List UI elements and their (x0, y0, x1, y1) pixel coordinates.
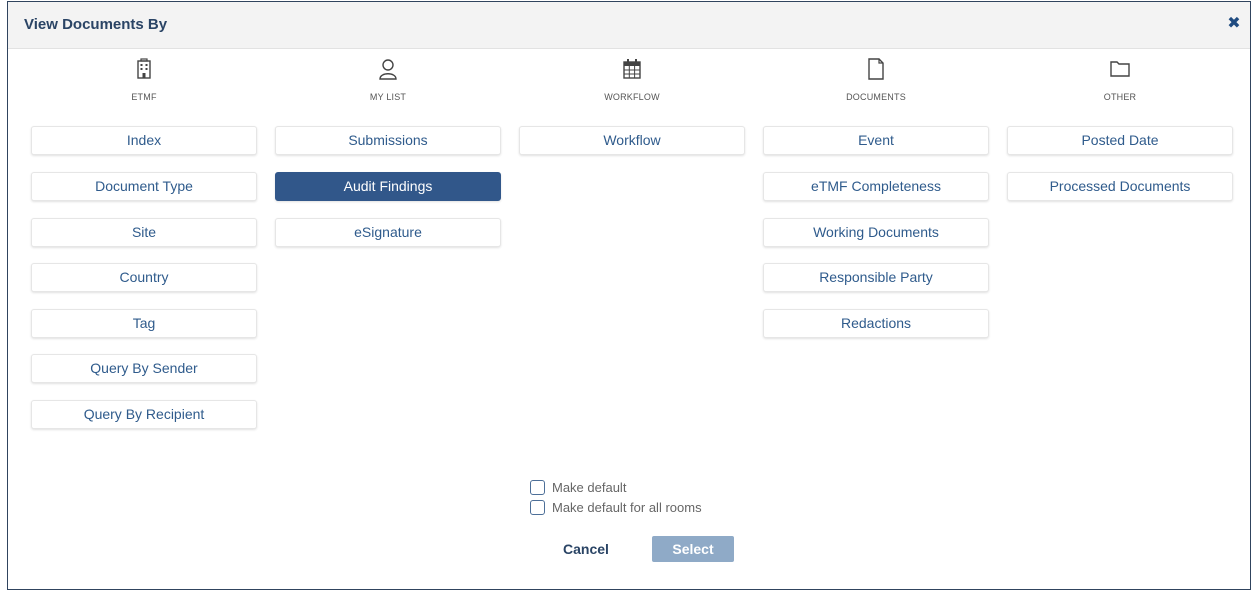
make-default-label: Make default (552, 480, 627, 495)
building-icon (137, 58, 151, 79)
make-default-row[interactable]: Make default (530, 479, 626, 497)
option-workflow[interactable]: Workflow (519, 126, 745, 155)
make-default-all-rooms-label: Make default for all rooms (552, 500, 702, 515)
option-query-by-sender[interactable]: Query By Sender (31, 354, 257, 383)
column-header-other: OTHER (1007, 58, 1233, 108)
option-tag[interactable]: Tag (31, 309, 257, 338)
column-header-etmf: ETMF (31, 58, 257, 108)
option-site[interactable]: Site (31, 218, 257, 247)
dialog-header: View Documents By ✖ (8, 2, 1250, 49)
column-etmf: ETMF (31, 58, 257, 108)
option-responsible-party[interactable]: Responsible Party (763, 263, 989, 292)
column-other: OTHER (1007, 58, 1233, 108)
column-label-etmf: ETMF (131, 92, 157, 102)
option-redactions[interactable]: Redactions (763, 309, 989, 338)
make-default-all-rooms-checkbox[interactable] (530, 500, 545, 516)
option-document-type[interactable]: Document Type (31, 172, 257, 201)
column-label-other: OTHER (1103, 92, 1137, 102)
option-etmf-completeness[interactable]: eTMF Completeness (763, 172, 989, 201)
option-submissions[interactable]: Submissions (275, 126, 501, 155)
column-header-workflow: WORKFLOW (519, 58, 745, 108)
cancel-button[interactable]: Cancel (553, 536, 619, 562)
option-index[interactable]: Index (31, 126, 257, 155)
option-event[interactable]: Event (763, 126, 989, 155)
calendar-icon (623, 59, 641, 79)
dialog-title: View Documents By (24, 16, 168, 33)
option-esignature[interactable]: eSignature (275, 218, 501, 247)
make-default-checkbox[interactable] (530, 480, 545, 496)
document-icon (868, 58, 884, 80)
option-posted-date[interactable]: Posted Date (1007, 126, 1233, 155)
column-header-my-list: MY LIST (275, 58, 501, 108)
column-documents: DOCUMENTS (763, 58, 989, 108)
make-default-all-rooms-row[interactable]: Make default for all rooms (530, 499, 702, 517)
option-working-documents[interactable]: Working Documents (763, 218, 989, 247)
select-button[interactable]: Select (652, 536, 734, 562)
close-icon[interactable]: ✖ (1226, 15, 1242, 33)
option-query-by-recipient[interactable]: Query By Recipient (31, 400, 257, 429)
column-my-list: MY LIST (275, 58, 501, 108)
option-processed-documents[interactable]: Processed Documents (1007, 172, 1233, 201)
column-label-documents: DOCUMENTS (846, 92, 906, 102)
column-label-workflow: WORKFLOW (604, 92, 660, 102)
folder-icon (1110, 61, 1130, 77)
column-label-my-list: MY LIST (369, 92, 407, 102)
column-header-documents: DOCUMENTS (763, 58, 989, 108)
column-workflow: WORKFLOW (519, 58, 745, 108)
option-audit-findings[interactable]: Audit Findings (275, 172, 501, 201)
user-icon (379, 59, 397, 80)
option-country[interactable]: Country (31, 263, 257, 292)
